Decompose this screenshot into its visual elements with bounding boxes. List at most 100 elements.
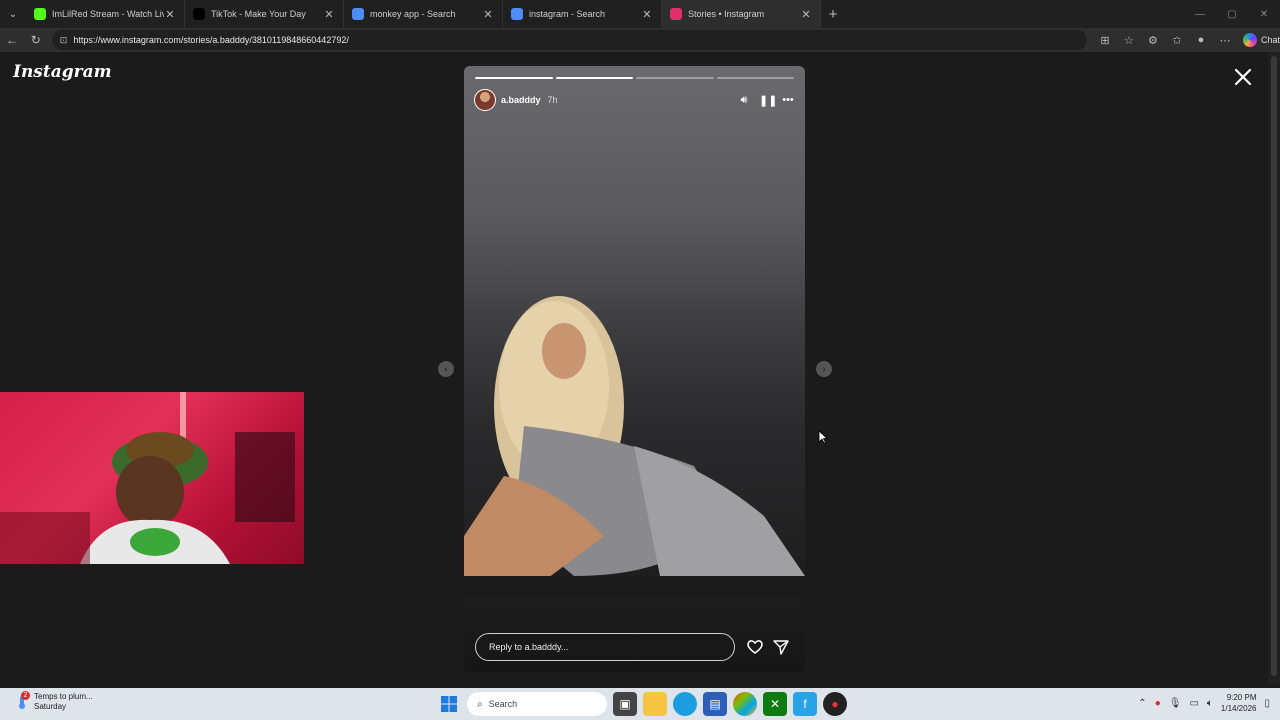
close-tab-icon[interactable]: ✕	[323, 8, 335, 21]
story-header: a.badddy 7h 🔊︎ ❚❚ •••	[474, 89, 795, 111]
browser-tab[interactable]: ImLilRed Stream - Watch Live on K✕	[26, 0, 185, 28]
new-tab-button[interactable]: +	[821, 0, 845, 28]
instagram-icon	[670, 8, 682, 20]
tab-title: instagram - Search	[529, 9, 606, 19]
close-story-icon[interactable]	[1232, 66, 1254, 88]
notifications-icon[interactable]: ▯	[1264, 698, 1270, 709]
browser-tab[interactable]: Stories • Instagram ✕	[662, 0, 821, 28]
close-tab-icon[interactable]: ✕	[800, 8, 812, 21]
story-media	[464, 296, 805, 596]
webcam-feed	[0, 392, 295, 564]
favorite-star-icon[interactable]: ☆	[1117, 34, 1141, 47]
tray-overflow-icon[interactable]: ⌃	[1138, 698, 1146, 709]
page-scrollbar[interactable]	[1268, 52, 1280, 685]
like-heart-icon[interactable]	[746, 638, 764, 656]
story-viewer[interactable]: a.badddy 7h 🔊︎ ❚❚ ••• Reply to a.badddy.…	[464, 66, 805, 672]
favorites-icon[interactable]: ✩	[1165, 34, 1189, 47]
obs-icon[interactable]: ●	[823, 692, 847, 716]
weather-widget[interactable]: 2 Temps to plum... Saturday	[14, 691, 93, 712]
network-icon[interactable]: ▭	[1189, 698, 1198, 709]
story-progress-segment	[555, 77, 633, 79]
system-tray: ⌃ ● 🎙︎ ▭ 🔈︎ 9:20 PM 1/14/2026 ▯	[1138, 692, 1270, 714]
tray-app-icon[interactable]: ●	[1155, 698, 1161, 709]
weather-icon: 2	[14, 691, 30, 710]
story-progress-segment	[475, 77, 553, 79]
browser-tab[interactable]: monkey app - Search ✕	[344, 0, 503, 28]
edge-icon[interactable]	[673, 692, 697, 716]
store-icon[interactable]: ▤	[703, 692, 727, 716]
copilot-icon	[1242, 33, 1257, 47]
close-tab-icon[interactable]: ✕	[482, 8, 494, 21]
refresh-button[interactable]: ↻	[24, 28, 48, 52]
story-age: 7h	[547, 95, 558, 105]
close-window-button[interactable]: ✕	[1248, 0, 1280, 28]
scrollbar-thumb[interactable]	[1271, 56, 1277, 676]
volume-icon[interactable]: 🔊︎	[737, 94, 751, 107]
search-icon: ⌕	[477, 698, 483, 710]
app-icon[interactable]: f	[793, 692, 817, 716]
webcam-overlay	[0, 392, 304, 564]
copilot-app-icon[interactable]	[733, 692, 757, 716]
copilot-chat-button[interactable]: Chat	[1242, 33, 1280, 47]
speaker-icon[interactable]: 🔈︎	[1207, 698, 1213, 709]
instagram-logo[interactable]: Instagram	[13, 62, 112, 82]
tab-title: Stories • Instagram	[688, 9, 765, 19]
next-story-button[interactable]: ›	[816, 361, 832, 377]
windows-taskbar: 2 Temps to plum... Saturday ⌕ Search ▣ ▤…	[0, 688, 1280, 720]
story-progress-segment	[716, 77, 794, 79]
weather-text: Temps to plum... Saturday	[34, 692, 93, 712]
story-username[interactable]: a.badddy	[501, 95, 541, 105]
more-options-icon[interactable]: •••	[781, 94, 795, 106]
tab-actions-menu[interactable]: ⌄	[0, 0, 26, 28]
search-icon	[352, 8, 364, 20]
story-progress-fill	[475, 77, 553, 79]
window-controls: — ▢ ✕	[1184, 0, 1280, 28]
browser-tab[interactable]: TikTok - Make Your Day ✕	[185, 0, 344, 28]
clock[interactable]: 9:20 PM 1/14/2026	[1221, 692, 1257, 714]
browser-tab[interactable]: instagram - Search ✕	[503, 0, 662, 28]
pause-icon[interactable]: ❚❚	[759, 94, 777, 107]
previous-story-button[interactable]: ‹	[438, 361, 454, 377]
address-bar-row: ← ↻ ⊡ https://www.instagram.com/stories/…	[0, 28, 1280, 52]
story-progress-bars	[475, 77, 794, 79]
mouse-cursor-icon	[818, 430, 828, 444]
weather-badge: 2	[21, 691, 30, 700]
address-bar[interactable]: ⊡ https://www.instagram.com/stories/a.ba…	[51, 30, 1087, 50]
tiktok-icon	[193, 8, 205, 20]
close-tab-icon[interactable]: ✕	[164, 8, 176, 21]
profile-icon[interactable]: ●	[1189, 34, 1213, 47]
kick-icon	[34, 8, 46, 20]
more-menu-icon[interactable]: ⋯	[1213, 34, 1237, 47]
send-icon[interactable]	[772, 638, 790, 656]
tab-title: ImLilRed Stream - Watch Live on K	[52, 9, 164, 19]
microphone-icon[interactable]: 🎙︎	[1169, 698, 1182, 709]
task-view-icon[interactable]: ▣	[613, 692, 637, 716]
minimize-button[interactable]: —	[1184, 0, 1216, 28]
story-progress-segment	[636, 77, 714, 79]
xbox-icon[interactable]: ✕	[763, 692, 787, 716]
browser-tab-bar: ⌄ ImLilRed Stream - Watch Live on K✕TikT…	[0, 0, 1280, 28]
avatar[interactable]	[474, 89, 496, 111]
file-explorer-icon[interactable]	[643, 692, 667, 716]
taskbar-search[interactable]: ⌕ Search	[467, 692, 607, 716]
maximize-button[interactable]: ▢	[1216, 0, 1248, 28]
weather-subtitle: Saturday	[34, 702, 67, 711]
search-icon	[511, 8, 523, 20]
story-progress-fill	[555, 77, 633, 79]
back-button[interactable]: ←	[0, 28, 24, 52]
instagram-page: Instagram ‹ › a.badddy 7h 🔊︎ ❚❚ ••• Repl…	[0, 52, 1268, 685]
address-actions: ⊞ ☆ ⚙ ✩ ● ⋯	[1093, 34, 1237, 47]
start-button[interactable]	[437, 692, 461, 716]
clock-time: 9:20 PM	[1226, 693, 1257, 702]
tab-title: monkey app - Search	[370, 9, 456, 19]
site-info-icon[interactable]: ⊡	[60, 35, 68, 46]
app-available-icon[interactable]: ⊞	[1093, 34, 1117, 47]
taskbar-search-label: Search	[488, 699, 518, 709]
extensions-icon[interactable]: ⚙	[1141, 34, 1165, 47]
url-text: https://www.instagram.com/stories/a.badd…	[73, 35, 349, 45]
close-tab-icon[interactable]: ✕	[641, 8, 653, 21]
reply-input[interactable]: Reply to a.badddy...	[475, 633, 735, 661]
chat-label: Chat	[1260, 35, 1280, 45]
weather-title: Temps to plum...	[34, 692, 93, 701]
windows-icon	[441, 696, 457, 712]
